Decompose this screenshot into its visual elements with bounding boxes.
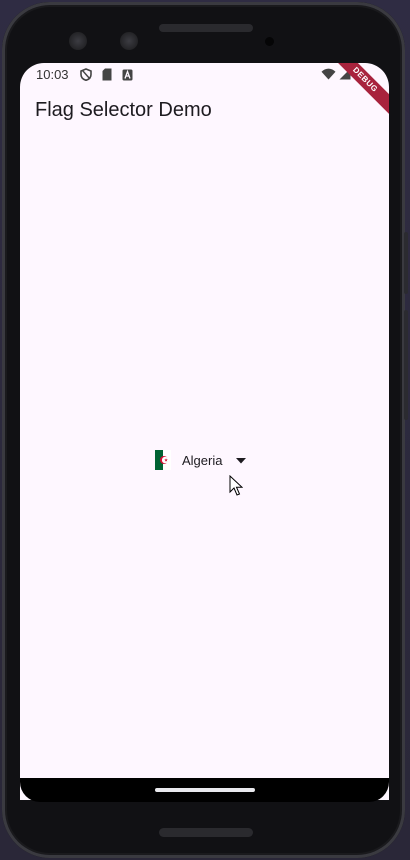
mouse-cursor-icon <box>229 474 244 502</box>
country-dropdown[interactable]: Algeria <box>155 449 247 471</box>
top-speaker <box>159 24 253 32</box>
home-indicator[interactable] <box>155 788 255 792</box>
dropdown-arrow-icon[interactable] <box>236 451 247 469</box>
proximity-sensor <box>265 37 274 46</box>
status-bar: 10:03 <box>20 63 389 85</box>
algeria-flag-icon <box>155 450 171 470</box>
volume-button <box>404 310 408 420</box>
front-camera <box>120 32 138 50</box>
sd-card-icon <box>102 68 112 86</box>
app-screen: 10:03 DEBUG Flag Selector Demo Algeria <box>20 63 389 800</box>
power-button <box>404 232 408 294</box>
dropdown-selected-value: Algeria <box>182 452 223 468</box>
page-title: Flag Selector Demo <box>35 99 212 121</box>
front-sensor-left <box>69 32 87 50</box>
status-time: 10:03 <box>36 67 69 82</box>
bottom-speaker <box>159 828 253 837</box>
a-badge-icon <box>122 68 133 86</box>
shield-icon <box>80 68 92 86</box>
wifi-icon <box>321 67 336 85</box>
